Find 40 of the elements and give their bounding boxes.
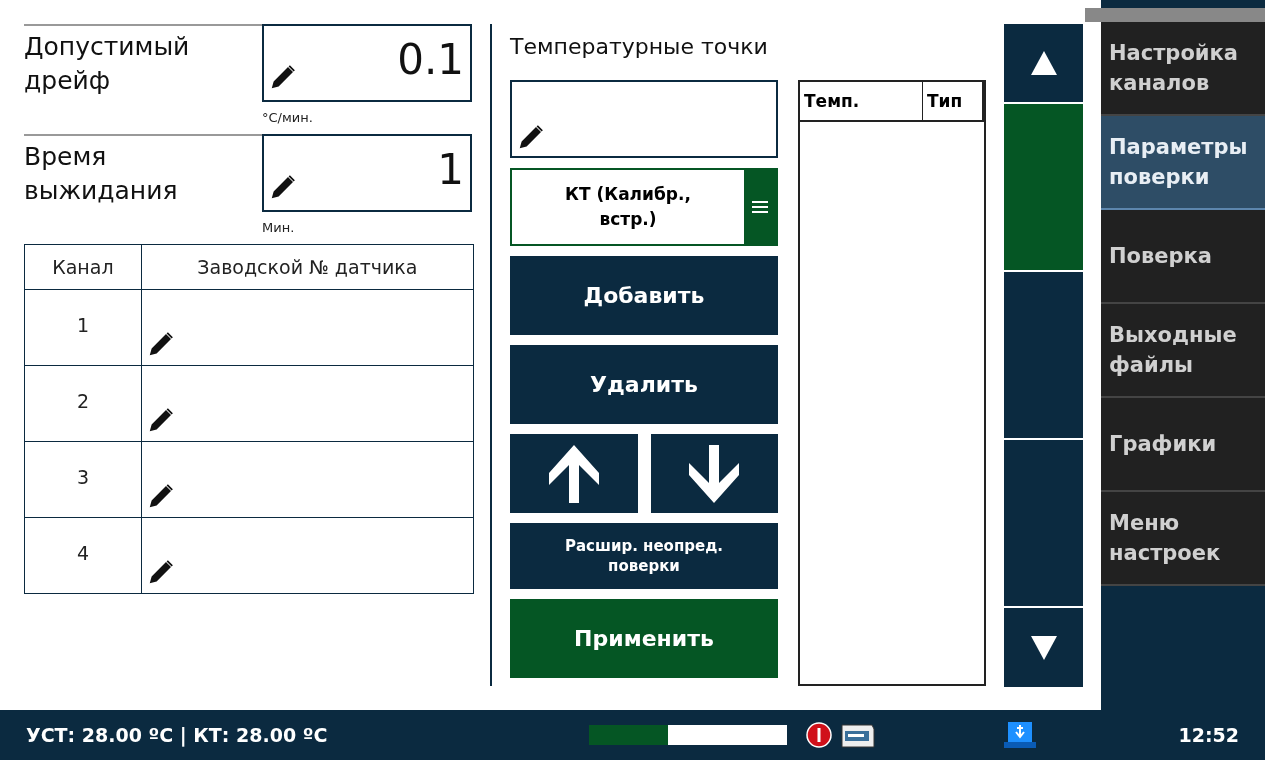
- setting-label: Время выжидания: [24, 134, 262, 244]
- alert-icon[interactable]: [806, 722, 832, 748]
- nav-tab[interactable]: Поверка: [1101, 210, 1265, 304]
- unit-label: °C/мин.: [262, 109, 314, 127]
- setting-label: Допустимый дрейф: [24, 24, 262, 134]
- status-text: УСТ: 28.00 ºC | КТ: 28.00 ºC: [26, 724, 329, 746]
- action-button[interactable]: Добавить: [510, 256, 778, 335]
- down-triangle-icon: [1030, 635, 1057, 660]
- type-dropdown[interactable]: КТ (Калибр., встр.): [510, 168, 778, 246]
- up-arrow-icon: [548, 444, 599, 503]
- table-cell-text: 2: [75, 389, 91, 414]
- nav-tab[interactable]: Настройка каналов: [1101, 22, 1265, 116]
- apply-button[interactable]: Применить: [510, 599, 778, 678]
- column-header: Темп.: [803, 90, 861, 113]
- memory-card-icon[interactable]: [840, 721, 876, 749]
- column-header: Канал: [51, 255, 115, 280]
- column-header: Заводской № датчика: [140, 245, 473, 289]
- table-cell-text: 4: [75, 541, 91, 566]
- scroll-bar[interactable]: [1004, 24, 1083, 687]
- move-down-button[interactable]: [650, 434, 778, 513]
- extended-uncertainty-button[interactable]: Расшир. неопред. поверки: [510, 523, 778, 589]
- table-cell-text: 3: [75, 465, 91, 490]
- nav-tab[interactable]: Меню настроек: [1101, 492, 1265, 586]
- value-field[interactable]: 0.1: [262, 24, 472, 102]
- nav-tab[interactable]: Графики: [1101, 398, 1265, 492]
- down-arrow-icon: [689, 444, 740, 503]
- section-title: Температурные точки: [510, 33, 768, 61]
- action-button[interactable]: Удалить: [510, 345, 778, 424]
- usb-drive-icon[interactable]: [1002, 720, 1038, 750]
- clock: 12:52: [1178, 724, 1239, 746]
- column-header: Тип: [922, 82, 982, 120]
- unit-label: Мин.: [262, 219, 296, 237]
- menu-icon: [752, 199, 768, 215]
- table-cell-text: 1: [75, 313, 91, 338]
- nav-tab[interactable]: Параметры поверки: [1101, 116, 1265, 210]
- up-triangle-icon: [1030, 51, 1057, 75]
- move-up-button[interactable]: [510, 434, 638, 513]
- temperature-field[interactable]: [510, 80, 778, 158]
- value-field[interactable]: 1: [262, 134, 472, 212]
- nav-tab[interactable]: Выходные файлы: [1101, 304, 1265, 398]
